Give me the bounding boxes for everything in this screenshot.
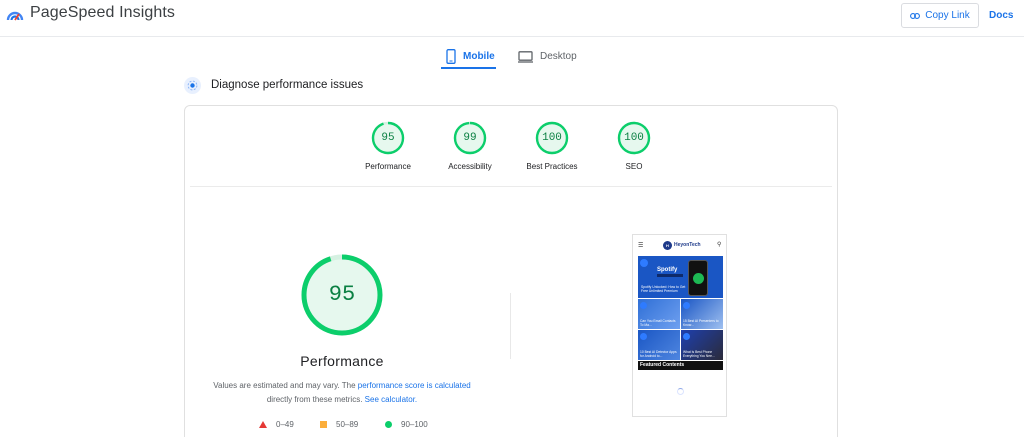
hero-card: Spotify Spotify Unlocked: How to Get Fre… [638, 256, 723, 298]
red-triangle-icon [259, 421, 267, 428]
gauge-value: 100 [542, 132, 562, 144]
docs-link[interactable]: Docs [989, 10, 1013, 21]
tab-desktop-label: Desktop [540, 51, 577, 62]
site-logo-icon: H [663, 240, 672, 250]
diagnose-title: Diagnose performance issues [211, 79, 364, 91]
mobile-phone-icon [446, 49, 456, 64]
gauge-label: Accessibility [448, 162, 492, 171]
hamburger-menu-icon: ☰ [638, 243, 644, 249]
page-screenshot: ☰ H HeyonTech ⚲ Spotify Spotify Unlocked… [632, 234, 727, 417]
score-gauge-accessibility[interactable]: 99 Accessibility [425, 121, 515, 171]
score-calculated-link[interactable]: performance score is calculated [358, 381, 471, 390]
legend-average: 50–89 [320, 420, 358, 429]
legend-range: 90–100 [401, 420, 428, 429]
legend-fail: 0–49 [259, 420, 294, 429]
badge-icon [683, 333, 690, 340]
hero-subtitle-bar [657, 274, 683, 277]
gauge-value: 95 [381, 132, 395, 144]
gauge-value: 99 [463, 132, 477, 144]
copy-link-label: Copy Link [925, 10, 970, 21]
gauge-value: 100 [624, 132, 644, 144]
desktop-monitor-icon [518, 50, 533, 63]
score-gauge-seo[interactable]: 100 SEO [589, 121, 679, 171]
pagespeed-logo-icon [6, 11, 24, 21]
article-tile: What Is Best Phone Everything You Nee... [681, 330, 723, 360]
orange-square-icon [320, 421, 327, 428]
screenshot-header: ☰ H HeyonTech ⚲ [633, 235, 726, 255]
note-text: directly from these metrics. [266, 394, 365, 404]
performance-score-value: 95 [328, 282, 356, 307]
active-tab-indicator [441, 67, 496, 69]
score-gauge-performance[interactable]: 95 Performance [343, 121, 433, 171]
gauge-label: Performance [365, 162, 411, 171]
performance-title: Performance [300, 353, 384, 369]
badge-icon [640, 333, 647, 340]
note-text: Values are estimated and may vary. The [213, 381, 358, 390]
article-tile: 15 Best AI Presenters to Know... [681, 299, 723, 329]
top-bar: PageSpeed Insights Copy Link Docs [0, 0, 1024, 37]
legend-range: 0–49 [276, 420, 294, 429]
search-icon: ⚲ [717, 242, 722, 248]
score-gauge-best-practices[interactable]: 100 Best Practices [507, 121, 597, 171]
tile-caption: 15 Best AI Presenters to Know... [683, 319, 719, 327]
featured-heading: Featured Contents [638, 361, 723, 370]
green-circle-icon [385, 421, 392, 428]
badge-icon [640, 259, 648, 267]
legend-pass: 90–100 [385, 420, 428, 429]
badge-icon [683, 302, 690, 309]
tile-caption: Can You Email Contacts To Ma... [640, 319, 676, 327]
link-icon [910, 12, 921, 19]
article-tile: 10 Best AI Detector Apps for Android to.… [638, 330, 680, 360]
hero-caption: Spotify Unlocked: How to Get Free Unlimi… [641, 285, 686, 293]
badge-icon [640, 302, 647, 309]
tab-mobile-label: Mobile [463, 51, 495, 62]
tile-caption: 10 Best AI Detector Apps for Android to.… [640, 350, 677, 358]
site-logo: H HeyonTech [663, 240, 701, 250]
loading-spinner-icon [677, 388, 684, 395]
gauge-label: SEO [625, 162, 643, 171]
score-note: Values are estimated and may vary. The p… [202, 379, 482, 406]
copy-link-button[interactable]: Copy Link [901, 3, 979, 28]
see-calculator-link[interactable]: See calculator. [365, 395, 417, 404]
spotify-logo-icon [693, 273, 704, 284]
vertical-divider [510, 293, 511, 359]
app-title: PageSpeed Insights [30, 4, 176, 21]
tab-desktop[interactable]: Desktop [518, 43, 577, 70]
legend-range: 50–89 [336, 420, 359, 429]
diagnose-icon [184, 77, 201, 94]
gauge-label: Best Practices [526, 162, 578, 171]
phone-image [688, 260, 708, 296]
tile-caption: What Is Best Phone Everything You Nee... [683, 350, 715, 358]
tab-mobile[interactable]: Mobile [446, 43, 495, 70]
site-name: HeyonTech [674, 242, 701, 248]
article-tile: Can You Email Contacts To Ma... [638, 299, 680, 329]
hero-label: Spotify [657, 267, 678, 273]
divider [190, 186, 832, 187]
